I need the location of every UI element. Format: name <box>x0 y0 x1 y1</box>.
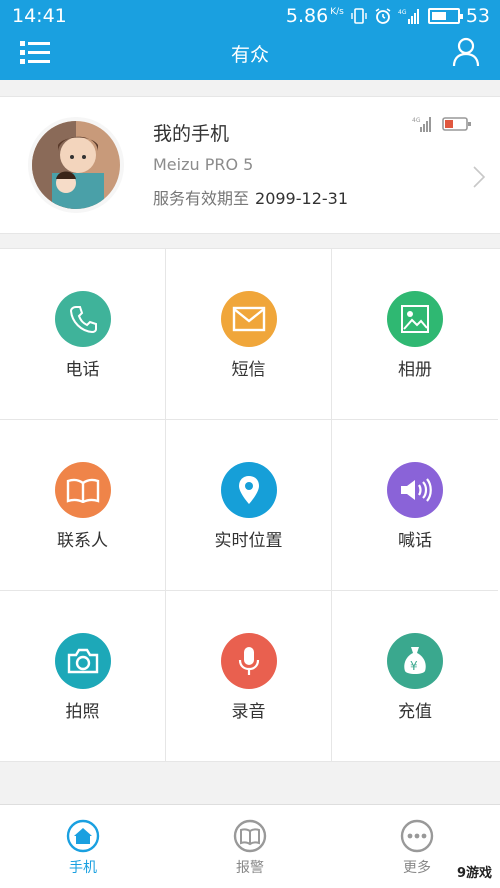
tab-alarm[interactable]: 报警 <box>167 805 333 888</box>
home-icon <box>66 819 100 853</box>
user-icon[interactable] <box>452 37 480 67</box>
grid-item-phone[interactable]: 电话 <box>0 249 166 420</box>
phone-icon <box>55 291 111 347</box>
expiry-date: 2099-12-31 <box>255 189 348 208</box>
tab-phone[interactable]: 手机 <box>0 805 166 888</box>
chevron-right-icon <box>473 166 486 188</box>
device-profile-card[interactable]: 我的手机 Meizu PRO 5 服务有效期至 2099-12-31 4G <box>0 96 500 234</box>
more-dots-icon <box>400 819 434 853</box>
tab-label: 报警 <box>236 860 264 876</box>
device-status: 4G <box>412 115 472 133</box>
expiry-label: 服务有效期至 <box>153 189 250 208</box>
alarm-clock-icon <box>375 8 391 24</box>
microphone-icon <box>221 633 277 689</box>
page-title: 有众 <box>230 44 269 66</box>
grid-item-label: 相册 <box>398 360 432 380</box>
service-expiry: 服务有效期至 2099-12-31 <box>153 185 348 209</box>
battery-icon <box>427 8 463 24</box>
device-battery-icon <box>442 117 471 131</box>
grid-item-label: 喊话 <box>398 531 432 551</box>
mail-icon <box>221 291 277 347</box>
grid-item-record[interactable]: 录音 <box>166 591 332 762</box>
camera-icon <box>55 633 111 689</box>
avatar-illustration <box>32 121 120 209</box>
device-signal-label: 4G <box>412 117 421 124</box>
grid-item-sms[interactable]: 短信 <box>166 249 332 420</box>
status-time: 14:41 <box>12 5 67 27</box>
grid-item-label: 联系人 <box>57 531 108 551</box>
status-bar: 14:41 5.86 K/s 4G 53 <box>0 0 500 34</box>
net-speed-unit: K/s <box>330 7 344 17</box>
svg-text:¥: ¥ <box>410 659 418 673</box>
app-header: 有众 <box>0 34 500 80</box>
grid-item-label: 充值 <box>398 702 432 722</box>
grid-item-label: 短信 <box>231 360 266 380</box>
grid-item-label: 录音 <box>231 702 266 722</box>
cell-signal-icon: 4G <box>398 9 419 24</box>
location-pin-icon <box>221 462 277 518</box>
grid-item-camera[interactable]: 拍照 <box>0 591 166 762</box>
device-name: 我的手机 <box>153 123 230 145</box>
alarm-book-icon <box>233 819 267 853</box>
battery-level: 53 <box>465 5 490 27</box>
vibrate-icon <box>351 8 367 24</box>
image-icon <box>387 291 443 347</box>
bottom-tab-bar: 手机 报警 更多 <box>0 804 500 888</box>
tab-label: 手机 <box>69 860 97 876</box>
avatar[interactable] <box>28 117 124 213</box>
device-model: Meizu PRO 5 <box>153 155 254 174</box>
status-indicators: 5.86 K/s 4G 53 <box>286 5 490 27</box>
money-bag-icon: ¥ <box>387 633 443 689</box>
grid-item-recharge[interactable]: ¥ 充值 <box>332 591 498 762</box>
grid-item-label: 电话 <box>65 360 100 380</box>
feature-grid: 电话 短信 相册 联系人 实时位置 喊话 拍照 录音 ¥ 充值 <box>0 248 500 762</box>
grid-item-location[interactable]: 实时位置 <box>166 420 332 591</box>
speaker-icon <box>387 462 443 518</box>
book-icon <box>55 462 111 518</box>
grid-item-label: 拍照 <box>65 702 100 722</box>
device-signal-icon: 4G <box>412 117 431 132</box>
grid-item-album[interactable]: 相册 <box>332 249 498 420</box>
grid-item-shout[interactable]: 喊话 <box>332 420 498 591</box>
grid-item-label: 实时位置 <box>214 531 283 551</box>
svg-text:4G: 4G <box>398 9 407 16</box>
net-speed: 5.86 <box>285 5 329 27</box>
grid-item-contacts[interactable]: 联系人 <box>0 420 166 591</box>
watermark: 9游戏 <box>456 866 492 881</box>
